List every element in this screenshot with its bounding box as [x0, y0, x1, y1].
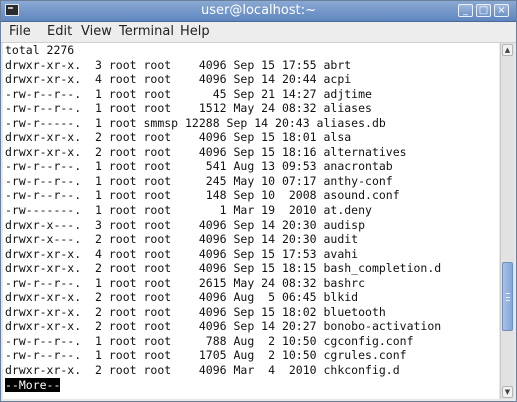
scroll-track[interactable] — [502, 57, 513, 385]
minimize-icon: _ — [463, 5, 468, 16]
terminal-line: -rw-r--r--. 1 root root 788 Aug 2 10:50 … — [5, 333, 414, 348]
terminal-line: -rw-r--r--. 1 root root 148 Sep 10 2008 … — [5, 188, 400, 203]
terminal-line: drwxr-xr-x. 3 root root 4096 Sep 15 17:5… — [5, 57, 352, 72]
minimize-button[interactable]: _ — [458, 4, 473, 17]
terminal-text: total 2276 drwxr-xr-x. 3 root root 4096 … — [3, 43, 499, 392]
maximize-icon: □ — [478, 5, 489, 16]
maximize-button[interactable]: □ — [476, 4, 491, 17]
terminal-line: -rw-------. 1 root root 1 Mar 19 2010 at… — [5, 203, 372, 218]
pager-prompt: --More-- — [5, 377, 61, 392]
terminal-header-line: total 2276 — [5, 43, 75, 57]
terminal-line: -rw-r-----. 1 root smmsp 12288 Sep 14 20… — [5, 115, 386, 130]
terminal-line: drwxr-xr-x. 2 root root 4096 Sep 14 20:2… — [5, 319, 442, 334]
terminal-line: drwxr-xr-x. 4 root root 4096 Sep 14 20:4… — [5, 72, 352, 87]
terminal-line: drwxr-x---. 2 root root 4096 Sep 14 20:3… — [5, 232, 359, 247]
terminal-line: -rw-r--r--. 1 root root 2615 May 24 08:3… — [5, 275, 366, 290]
title-bar[interactable]: user@localhost:~ _ □ × — [1, 1, 516, 22]
terminal-line: drwxr-x---. 3 root root 4096 Sep 14 20:3… — [5, 217, 366, 232]
terminal-line: drwxr-xr-x. 2 root root 4096 Sep 15 18:1… — [5, 261, 442, 276]
terminal-window: user@localhost:~ _ □ × File Edit View Te… — [0, 0, 517, 402]
terminal-line: -rw-r--r--. 1 root root 1705 Aug 2 10:50… — [5, 348, 407, 363]
menu-file[interactable]: File — [9, 24, 31, 39]
terminal-line: -rw-r--r--. 1 root root 245 May 10 07:17… — [5, 173, 393, 188]
close-button[interactable]: × — [494, 4, 509, 17]
thumb-grip — [506, 293, 510, 295]
menu-help[interactable]: Help — [180, 24, 210, 39]
terminal-line: drwxr-xr-x. 2 root root 4096 Mar 4 2010 … — [5, 363, 400, 378]
menu-terminal[interactable]: Terminal — [119, 24, 174, 39]
terminal-line: -rw-r--r--. 1 root root 1512 May 24 08:3… — [5, 101, 372, 116]
terminal-line: drwxr-xr-x. 2 root root 4096 Sep 15 18:0… — [5, 304, 386, 319]
terminal-lines: drwxr-xr-x. 3 root root 4096 Sep 15 17:5… — [5, 58, 441, 377]
terminal-line: -rw-r--r--. 1 root root 541 Aug 13 09:53… — [5, 159, 393, 174]
menu-bar: File Edit View Terminal Help — [1, 22, 516, 43]
menu-view[interactable]: View — [81, 24, 112, 39]
close-icon: × — [497, 5, 506, 16]
scroll-up-button[interactable]: ▲ — [502, 44, 513, 56]
terminal-line: drwxr-xr-x. 2 root root 4096 Sep 15 18:1… — [5, 144, 407, 159]
menu-edit[interactable]: Edit — [47, 24, 72, 39]
terminal-output[interactable]: total 2276 drwxr-xr-x. 3 root root 4096 … — [3, 43, 499, 399]
terminal-line: drwxr-xr-x. 2 root root 4096 Sep 15 18:0… — [5, 130, 352, 145]
terminal-line: drwxr-xr-x. 2 root root 4096 Aug 5 06:45… — [5, 290, 359, 305]
terminal-line: drwxr-xr-x. 4 root root 4096 Sep 15 17:5… — [5, 246, 359, 261]
terminal-line: -rw-r--r--. 1 root root 45 Sep 21 14:27 … — [5, 86, 372, 101]
vertical-scrollbar[interactable]: ▲ ▼ — [500, 43, 514, 399]
thumb-grip — [506, 299, 510, 301]
window-title: user@localhost:~ — [201, 3, 316, 18]
scroll-down-button[interactable]: ▼ — [502, 386, 513, 398]
scroll-thumb[interactable] — [502, 262, 513, 331]
thumb-grip — [506, 296, 510, 298]
